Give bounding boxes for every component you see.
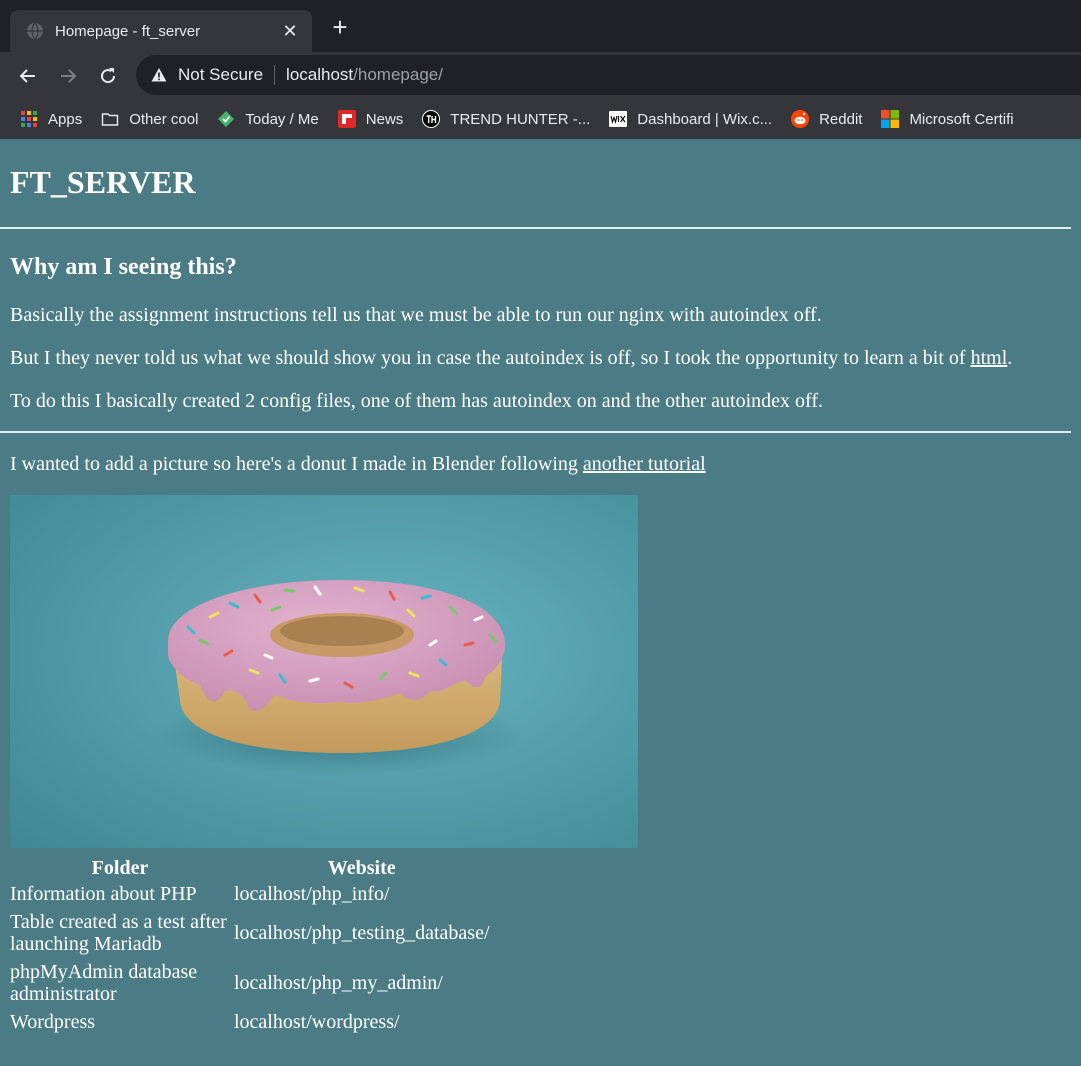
website-cell: localhost/php_testing_database/ xyxy=(234,922,490,944)
bookmark-label: TREND HUNTER -... xyxy=(450,110,591,128)
section-heading: Why am I seeing this? xyxy=(10,254,237,280)
website-cell: localhost/php_info/ xyxy=(234,883,390,905)
bookmarks-bar: Apps Other cool Today / Me News TREND HU… xyxy=(0,99,1081,139)
table-row: Wordpress localhost/wordpress/ xyxy=(10,1009,490,1035)
donut-image xyxy=(10,495,638,848)
folder-cell: Information about PHP xyxy=(10,883,197,905)
divider xyxy=(0,431,1071,433)
new-tab-button[interactable]: + xyxy=(328,14,352,40)
forward-button[interactable] xyxy=(56,64,80,88)
paragraph-text-end: . xyxy=(1007,347,1013,369)
folder-cell: Table created as a test after launching … xyxy=(10,911,227,955)
trend-hunter-icon xyxy=(422,110,441,128)
html-link[interactable]: html xyxy=(971,347,1008,369)
bookmark-trend-hunter[interactable]: TREND HUNTER -... xyxy=(422,110,590,128)
paragraph-donut: I wanted to add a picture so here's a do… xyxy=(10,452,1071,476)
page-content: FT_SERVER Why am I seeing this? Basicall… xyxy=(0,139,1081,1037)
website-cell: localhost/php_my_admin/ xyxy=(234,972,443,994)
bookmark-microsoft[interactable]: Microsoft Certifi xyxy=(881,110,1014,128)
apps-grid-icon xyxy=(21,111,37,127)
bookmark-reddit[interactable]: Reddit xyxy=(791,110,862,128)
arrow-left-icon xyxy=(19,68,35,83)
tab-title: Homepage - ft_server xyxy=(55,22,201,40)
column-header-folder: Folder xyxy=(91,857,149,879)
bookmark-news[interactable]: News xyxy=(337,110,404,128)
folder-cell: Wordpress xyxy=(10,1011,96,1033)
wix-icon xyxy=(609,111,628,127)
url-host: localhost xyxy=(286,65,354,84)
table-row: Information about PHP localhost/php_info… xyxy=(10,881,490,907)
bookmark-label: Other cool xyxy=(129,110,199,128)
reload-icon xyxy=(101,67,116,83)
divider xyxy=(0,227,1071,229)
bookmark-label: Today / Me xyxy=(245,110,319,128)
bookmark-label: Reddit xyxy=(819,110,863,128)
microsoft-icon xyxy=(881,110,900,128)
back-button[interactable] xyxy=(16,64,40,88)
browser-toolbar: Not Secure localhost/homepage/ xyxy=(0,52,1081,99)
paragraph-text: I wanted to add a picture so here's a do… xyxy=(10,453,583,475)
arrow-right-icon xyxy=(61,68,77,83)
close-tab-icon[interactable]: ✕ xyxy=(280,21,300,42)
address-separator xyxy=(274,65,276,85)
reddit-icon xyxy=(791,110,810,128)
bookmark-wix-dashboard[interactable]: Dashboard | Wix.c... xyxy=(609,110,772,128)
bookmark-label: News xyxy=(365,110,404,128)
folder-cell: phpMyAdmin database administrator xyxy=(10,961,198,1005)
flipboard-icon xyxy=(337,110,356,128)
bookmark-other-cool[interactable]: Other cool xyxy=(101,110,198,128)
paragraph-config-files: To do this I basically created 2 config … xyxy=(10,390,823,412)
column-header-website: Website xyxy=(327,857,396,879)
bookmark-today-me[interactable]: Today / Me xyxy=(217,110,319,128)
url-path: /homepage/ xyxy=(353,65,443,84)
folder-icon xyxy=(102,113,119,126)
page-title: FT_SERVER xyxy=(10,164,196,200)
today-me-icon xyxy=(218,111,235,127)
table-row: Table created as a test after launching … xyxy=(10,909,490,957)
reload-button[interactable] xyxy=(96,64,120,88)
bookmark-apps[interactable]: Apps xyxy=(20,110,82,128)
folder-table: Folder Website Information about PHP loc… xyxy=(6,855,494,1037)
bookmark-label: Dashboard | Wix.c... xyxy=(637,110,773,128)
paragraph-autoindex: But I they never told us what we should … xyxy=(10,346,1071,370)
paragraph-text: But I they never told us what we should … xyxy=(10,347,971,369)
table-row: phpMyAdmin database administrator localh… xyxy=(10,959,490,1007)
donut-render xyxy=(10,495,638,848)
bookmark-label: Apps xyxy=(48,110,83,128)
tutorial-link[interactable]: another tutorial xyxy=(583,453,706,475)
tab-strip: Homepage - ft_server ✕ + xyxy=(0,0,1081,52)
website-cell: localhost/wordpress/ xyxy=(234,1011,400,1033)
warning-icon xyxy=(151,68,167,82)
table-header-row: Folder Website xyxy=(10,857,490,879)
security-label: Not Secure xyxy=(178,65,264,84)
bookmark-label: Microsoft Certifi xyxy=(909,110,1014,128)
tab-homepage[interactable]: Homepage - ft_server ✕ xyxy=(10,10,312,52)
paragraph-assignment: Basically the assignment instructions te… xyxy=(10,304,822,326)
address-bar[interactable]: Not Secure localhost/homepage/ xyxy=(136,55,1081,95)
globe-icon xyxy=(27,22,43,40)
